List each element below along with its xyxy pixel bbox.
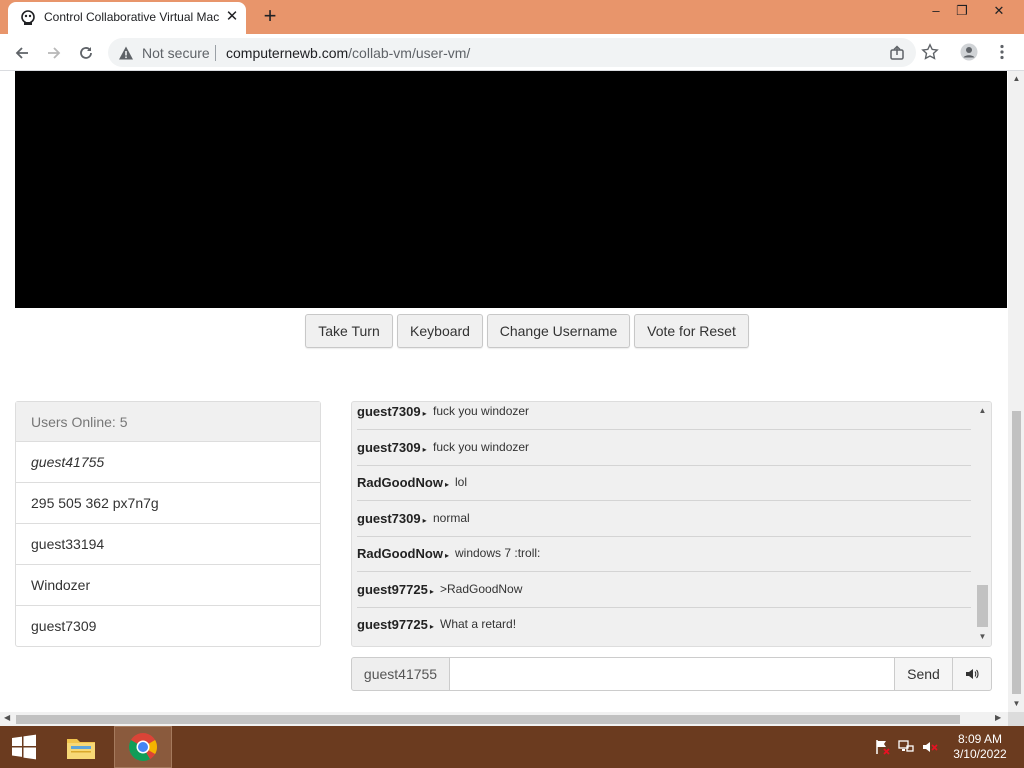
chat-nick-arrow-icon: ▸ <box>444 480 449 489</box>
share-icon[interactable] <box>888 44 906 62</box>
page-hscroll-thumb[interactable] <box>16 715 960 724</box>
chat-message: RadGoodNow ▸ lol <box>357 465 971 501</box>
action-center-flag-icon[interactable] <box>874 739 890 755</box>
chat-username-label: guest41755 <box>351 657 450 691</box>
page-scroll-thumb[interactable] <box>1012 411 1021 694</box>
chat-text: fuck you windozer <box>433 404 530 418</box>
scroll-up-icon[interactable]: ▲ <box>1012 74 1021 83</box>
site-favicon-icon <box>21 10 35 25</box>
sound-toggle-button[interactable] <box>952 657 992 691</box>
chat-text: What a retard! <box>440 617 517 631</box>
chat-text: windows 7 :troll: <box>455 546 541 560</box>
chat-nick-arrow-icon: ▸ <box>422 409 427 418</box>
scroll-right-icon[interactable]: ▶ <box>995 713 1001 722</box>
user-list-item[interactable]: 295 505 362 px7n7g <box>16 483 320 524</box>
chrome-taskbar-button[interactable] <box>114 726 172 768</box>
menu-kebab-icon[interactable] <box>993 43 1011 61</box>
close-window-icon[interactable]: ✕ <box>984 0 1014 22</box>
chat-message: guest97725 ▸ >RadGoodNow <box>357 572 971 608</box>
chat-nick: guest7309 ▸ <box>357 511 427 526</box>
chat-message: guest7309 ▸ fuck you windozer <box>357 430 971 466</box>
change-username-button[interactable]: Change Username <box>487 314 630 348</box>
scroll-up-icon[interactable]: ▲ <box>978 406 987 415</box>
browser-tab[interactable]: Control Collaborative Virtual Machines ✕ <box>8 2 246 34</box>
chat-input-row: guest41755 Send <box>351 657 992 691</box>
forward-icon[interactable] <box>41 40 67 66</box>
scroll-down-icon[interactable]: ▼ <box>1012 699 1021 708</box>
tab-close-icon[interactable]: ✕ <box>223 8 241 26</box>
url-host: computernewb.com <box>226 45 349 61</box>
speaker-icon <box>966 669 979 679</box>
profile-avatar-icon[interactable] <box>960 43 978 61</box>
take-turn-button[interactable]: Take Turn <box>305 314 393 348</box>
user-list-item[interactable]: guest41755 <box>16 442 320 483</box>
start-button[interactable] <box>0 726 48 768</box>
file-explorer-icon <box>67 739 95 759</box>
user-list-item[interactable]: guest33194 <box>16 524 320 565</box>
chat-nick: guest97725 ▸ <box>357 617 434 632</box>
chat-message: guest97725 ▸ What a retard! <box>357 607 971 643</box>
send-button[interactable]: Send <box>894 657 953 691</box>
chat-text: normal <box>433 511 470 525</box>
back-icon[interactable] <box>9 40 35 66</box>
clock-date: 3/10/2022 <box>953 747 1007 761</box>
page-content: Take Turn Keyboard Change Username Vote … <box>0 71 1008 712</box>
users-online-panel: Users Online: 5 guest41755 295 505 362 p… <box>15 401 321 647</box>
reload-icon[interactable] <box>73 40 99 66</box>
chat-scroll-thumb[interactable] <box>977 585 988 627</box>
clock-time: 8:09 AM <box>957 732 1003 746</box>
windows-taskbar: 8:09 AM 3/10/2022 <box>0 726 1024 768</box>
url-text[interactable]: computernewb.com/collab-vm/user-vm/ <box>226 45 470 61</box>
page-horizontal-scrollbar[interactable]: ◀ ▶ <box>0 712 1008 726</box>
chat-scrollbar[interactable]: ▲ ▼ <box>974 402 991 646</box>
scrollbar-corner <box>1008 712 1024 726</box>
scroll-down-icon[interactable]: ▼ <box>978 632 987 641</box>
chat-message: guest7309 ▸ fuck you windozer <box>357 402 971 430</box>
scroll-left-icon[interactable]: ◀ <box>4 713 10 722</box>
chat-message-input[interactable] <box>449 657 895 691</box>
security-label[interactable]: Not secure <box>142 45 210 61</box>
chat-nick-arrow-icon: ▸ <box>422 445 427 454</box>
chat-nick-arrow-icon: ▸ <box>422 516 427 525</box>
chat-nick: guest7309 ▸ <box>357 440 427 455</box>
tab-title: Control Collaborative Virtual Machines <box>44 10 219 24</box>
bookmark-star-icon[interactable] <box>921 43 939 61</box>
browser-titlebar: Control Collaborative Virtual Machines ✕… <box>0 0 1024 34</box>
chat-message: guest7309 ▸ normal <box>357 501 971 537</box>
vote-for-reset-button[interactable]: Vote for Reset <box>634 314 749 348</box>
url-divider <box>215 45 216 61</box>
chrome-icon <box>129 733 157 761</box>
chat-text: fuck you windozer <box>433 440 530 454</box>
file-explorer-taskbar-button[interactable] <box>52 726 110 768</box>
chat-text: >RadGoodNow <box>440 582 523 596</box>
new-tab-icon[interactable]: + <box>258 5 282 29</box>
address-bar[interactable]: Not secure computernewb.com/collab-vm/us… <box>108 38 916 67</box>
user-list-item[interactable]: guest7309 <box>16 606 320 647</box>
restore-icon[interactable]: ❐ <box>947 0 977 22</box>
browser-toolbar: Not secure computernewb.com/collab-vm/us… <box>0 34 1024 71</box>
user-list-item[interactable]: Windozer <box>16 565 320 606</box>
chat-nick-arrow-icon: ▸ <box>444 551 449 560</box>
windows-logo-icon <box>12 734 36 760</box>
volume-muted-icon[interactable] <box>922 739 938 755</box>
system-clock[interactable]: 8:09 AM 3/10/2022 <box>946 732 1014 762</box>
keyboard-button[interactable]: Keyboard <box>397 314 483 348</box>
vm-display[interactable] <box>15 71 1007 308</box>
url-path: /collab-vm/user-vm/ <box>348 45 471 61</box>
page-vertical-scrollbar[interactable]: ▲ ▼ <box>1008 71 1024 712</box>
chat-text: lol <box>455 475 468 489</box>
network-icon[interactable] <box>898 739 914 755</box>
chat-nick-arrow-icon: ▸ <box>429 587 434 596</box>
chat-nick-arrow-icon: ▸ <box>429 622 434 631</box>
chat-nick: guest7309 ▸ <box>357 404 427 419</box>
chat-nick: RadGoodNow ▸ <box>357 475 449 490</box>
users-online-header: Users Online: 5 <box>16 402 320 442</box>
warning-icon <box>119 46 133 60</box>
chat-nick: RadGoodNow ▸ <box>357 546 449 561</box>
chat-nick: guest97725 ▸ <box>357 582 434 597</box>
chat-message: RadGoodNow ▸ windows 7 :troll: <box>357 536 971 572</box>
chat-panel[interactable]: guest7309 ▸ fuck you windozer guest7309 ▸ … <box>351 401 992 647</box>
